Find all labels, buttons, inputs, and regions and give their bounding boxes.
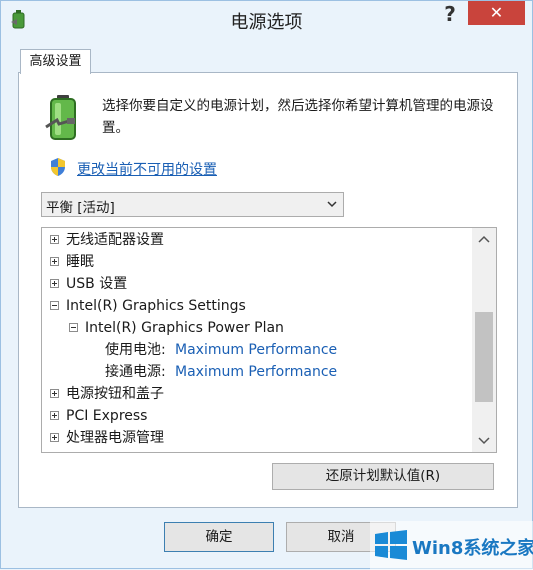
expand-icon[interactable] <box>50 235 59 244</box>
close-button[interactable]: ✕ <box>468 1 525 25</box>
expand-icon[interactable] <box>50 433 59 442</box>
tree-item-label: Intel(R) Graphics Power Plan <box>85 320 284 336</box>
tab-advanced-settings[interactable]: 高级设置 <box>20 49 91 74</box>
setting-label: 接通电源: <box>105 364 166 380</box>
scroll-down-icon[interactable] <box>472 430 496 450</box>
vertical-scrollbar[interactable] <box>472 228 496 452</box>
title-bar: 电源选项 ? ✕ <box>1 1 532 39</box>
scrollbar-thumb[interactable] <box>475 312 493 402</box>
tree-item-label: 电源按钮和盖子 <box>66 386 164 402</box>
power-plan-select[interactable]: 平衡 [活动] <box>41 192 344 217</box>
description-text: 选择你要自定义的电源计划，然后选择你希望计算机管理的电源设置。 <box>102 98 494 136</box>
setting-value-link[interactable]: Maximum Performance <box>175 361 337 383</box>
collapse-icon[interactable] <box>50 301 59 310</box>
tree-item-label: PCI Express <box>66 408 148 424</box>
ok-button[interactable]: 确定 <box>164 522 274 552</box>
tree-item-label: 无线适配器设置 <box>66 232 164 248</box>
tree-item-label: Intel(R) Graphics Settings <box>66 298 246 314</box>
shield-icon <box>51 158 65 176</box>
expand-icon[interactable] <box>50 389 59 398</box>
chevron-down-icon <box>327 201 337 208</box>
tree-item-label: 处理器电源管理 <box>66 430 164 446</box>
change-unavailable-settings-link[interactable]: 更改当前不可用的设置 <box>77 159 217 179</box>
watermark: Win8系统之家 <box>370 521 533 570</box>
battery-icon <box>45 95 76 140</box>
setting-value-link[interactable]: Maximum Performance <box>175 339 337 361</box>
collapse-icon[interactable] <box>69 323 78 332</box>
expand-icon[interactable] <box>50 411 59 420</box>
tree-item-label: 睡眠 <box>66 254 94 270</box>
expand-icon[interactable] <box>50 279 59 288</box>
help-button[interactable]: ? <box>435 1 465 27</box>
watermark-text: Win8系统之家 <box>412 538 533 559</box>
windows-logo-icon <box>375 530 407 560</box>
power-settings-tree: 无线适配器设置 睡眠 USB 设置 Intel(R) Graphics Sett… <box>41 227 497 453</box>
setting-label: 使用电池: <box>105 342 166 358</box>
restore-defaults-button[interactable]: 还原计划默认值(R) <box>272 463 494 490</box>
power-plan-select-value: 平衡 [活动] <box>46 200 115 216</box>
power-options-window: 电源选项 ? ✕ 高级设置 选择你要自定义的电源计划，然后选择你希望计算机管理的… <box>0 0 533 570</box>
scroll-up-icon[interactable] <box>472 230 496 250</box>
expand-icon[interactable] <box>50 257 59 266</box>
tree-item-label: USB 设置 <box>66 276 128 292</box>
